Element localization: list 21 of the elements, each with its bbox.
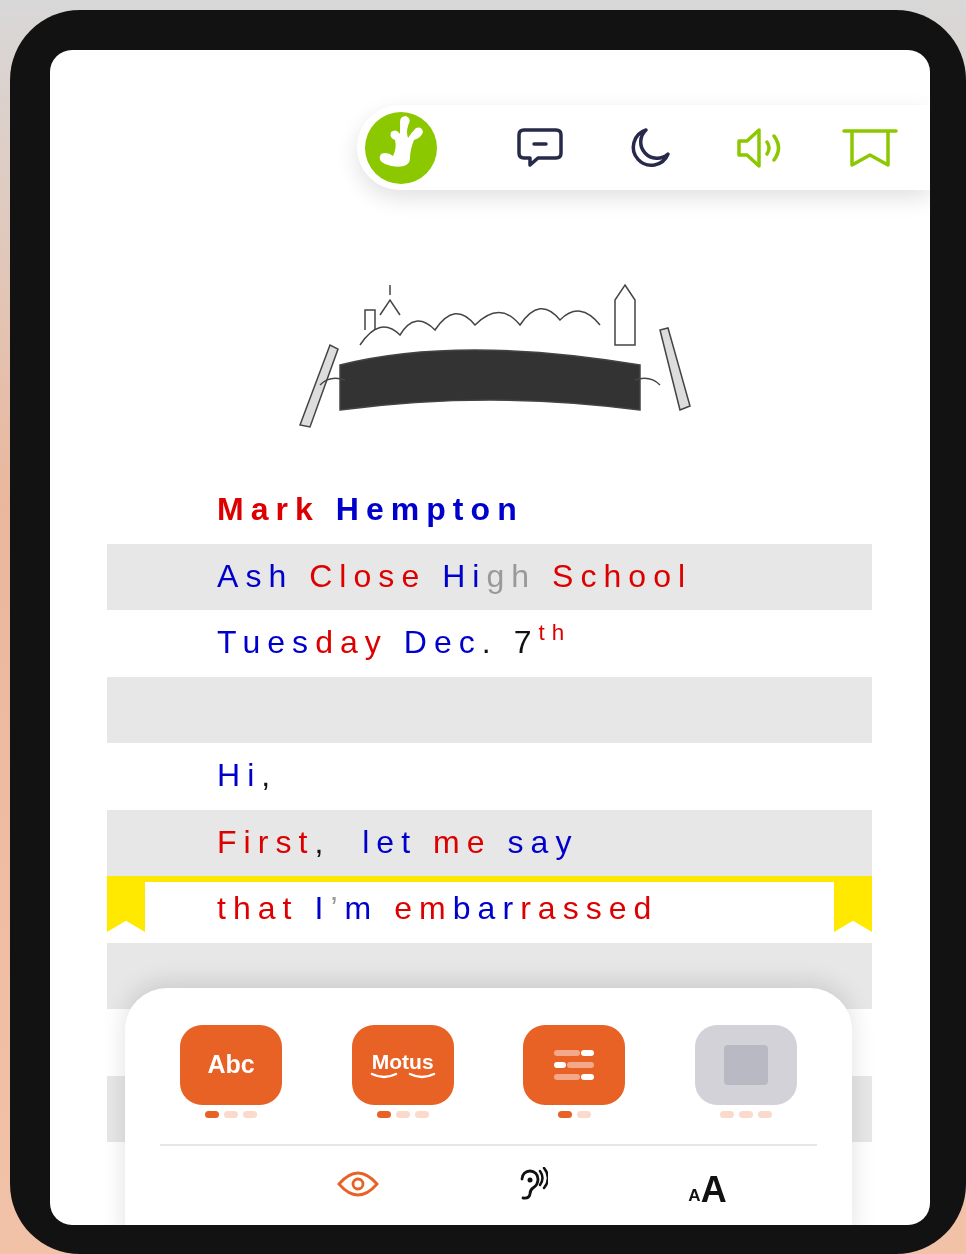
frog-hand-logo-icon[interactable]	[365, 111, 437, 184]
bookmark-icon[interactable]	[842, 127, 898, 168]
mode-label: Motus	[371, 1050, 434, 1072]
abc-mode-button[interactable]: Abc	[180, 1025, 282, 1105]
text-lines-icon	[554, 1049, 595, 1081]
text-line: Mark Hempton	[217, 490, 524, 530]
text-line: Ash Close Hi gh School	[217, 556, 693, 596]
motus-mode-button[interactable]: Motus	[351, 1025, 454, 1105]
square-icon	[723, 1045, 768, 1085]
mode-label: Abc	[207, 1049, 255, 1081]
text-line: Hi,	[217, 756, 278, 796]
text-line: First, let me say	[217, 822, 579, 862]
ruler-tab[interactable]	[834, 876, 872, 932]
ruler-tab[interactable]	[107, 876, 145, 932]
moon-icon[interactable]	[629, 126, 671, 169]
lines-mode-button[interactable]	[523, 1025, 626, 1105]
text-line: that I’m em bar rassed	[217, 889, 659, 929]
chat-bubble-icon[interactable]	[516, 125, 564, 170]
eye-icon	[336, 1170, 379, 1198]
text-size-tab[interactable]: AA	[620, 1160, 795, 1208]
text-line: Tues day Dec. 7$^{th}$	[217, 622, 572, 663]
